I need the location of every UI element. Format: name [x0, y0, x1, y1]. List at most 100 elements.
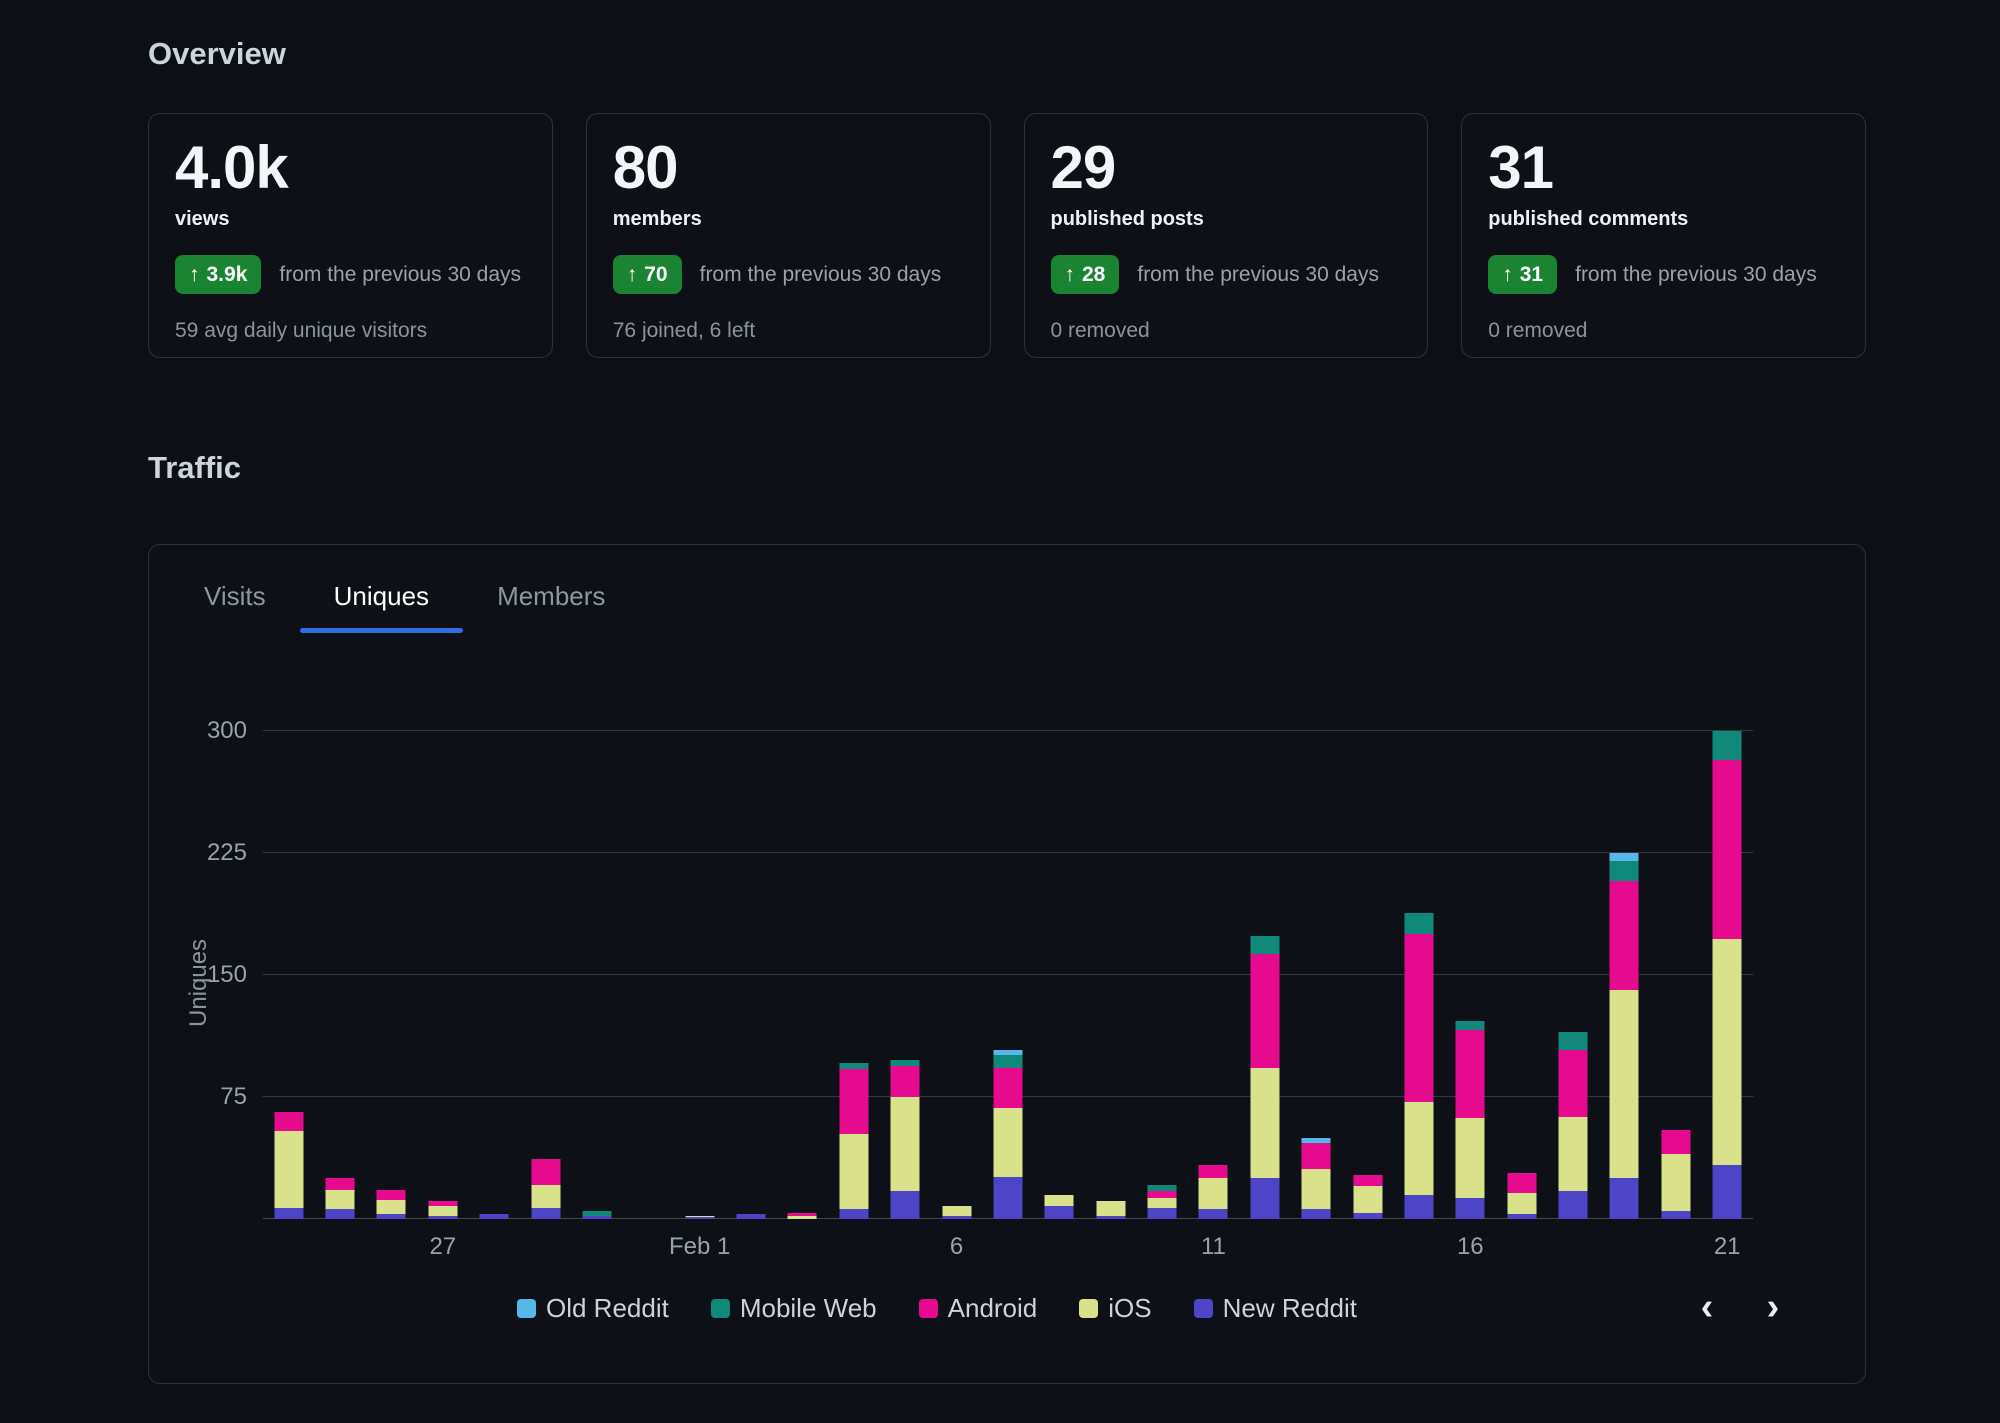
bar-slot: 11 — [1188, 731, 1239, 1260]
arrow-up-icon: ↑ — [189, 263, 200, 286]
bar-segment — [993, 1176, 1023, 1219]
bar-segment — [1609, 853, 1639, 862]
stat-label: published comments — [1488, 208, 1689, 230]
bar-segment — [1661, 1129, 1691, 1154]
bar-slot — [1342, 731, 1393, 1219]
bar-slot — [1034, 731, 1085, 1219]
legend-swatch-icon — [1193, 1299, 1213, 1318]
bar-segment — [993, 1054, 1023, 1068]
bar-segment — [1609, 880, 1639, 990]
next-page-button[interactable]: › — [1751, 1285, 1795, 1329]
legend-swatch-icon — [710, 1299, 730, 1318]
bar-segment — [1558, 1031, 1588, 1050]
bar-segment — [1147, 1207, 1177, 1219]
bar-segment — [1404, 1194, 1434, 1219]
bar-segment — [942, 1206, 972, 1216]
bar-segment — [1250, 953, 1280, 1068]
bar-segment — [1250, 1178, 1280, 1219]
community-insights-page: Overview 4.0k views ↑ 3.9k from the previous… — [0, 0, 2000, 1423]
stacked-bar — [428, 1201, 458, 1219]
change-value: 28 — [1082, 263, 1106, 286]
bar-segment — [890, 1191, 920, 1219]
stacked-bar — [1609, 853, 1639, 1219]
stacked-bar — [1558, 1031, 1588, 1219]
bar-segment — [1712, 760, 1742, 940]
stacked-bar — [376, 1189, 406, 1219]
legend-swatch-icon — [1079, 1299, 1099, 1318]
bar-segment — [736, 1214, 766, 1219]
stat-footnote: 59 avg daily unique visitors — [175, 319, 428, 342]
change-badge: ↑ 31 — [1488, 255, 1558, 294]
bar-segment — [428, 1215, 458, 1219]
bar-slot — [1547, 731, 1598, 1219]
tab-visits[interactable]: Visits — [170, 581, 300, 633]
bar-segment — [274, 1111, 304, 1132]
bar-segment — [1301, 1142, 1331, 1169]
bar-segment — [1609, 1178, 1639, 1219]
bar-segment — [1455, 1118, 1485, 1198]
stat-label: published posts — [1050, 208, 1204, 230]
stacked-bar — [1096, 1201, 1126, 1219]
change-caption: from the previous 30 days — [279, 262, 521, 286]
bar-segment — [685, 1217, 715, 1219]
bar-segment — [890, 1097, 920, 1192]
legend-label: Mobile Web — [739, 1293, 877, 1323]
traffic-panel: Visits Uniques Members Uniques 75 150 225 300… — [148, 544, 1866, 1384]
bar-slot — [469, 731, 520, 1219]
y-axis-tick-label: 225 — [206, 839, 247, 866]
chevron-left-icon: ‹ — [1700, 1286, 1714, 1328]
tab-uniques[interactable]: Uniques — [299, 581, 464, 633]
legend-item: iOS — [1079, 1293, 1152, 1324]
bar-segment — [1353, 1175, 1383, 1187]
bar-segment — [1712, 731, 1742, 761]
chevron-right-icon: › — [1766, 1286, 1780, 1328]
stacked-bar — [582, 1210, 612, 1219]
x-axis-tick-label: 21 — [1713, 1233, 1741, 1260]
stacked-bar — [685, 1215, 715, 1219]
bar-segment — [1661, 1153, 1691, 1211]
y-axis-tick-label: 150 — [206, 961, 247, 988]
change-caption: from the previous 30 days — [1137, 262, 1379, 286]
chart-pagination: ‹ › — [1685, 1285, 1795, 1329]
bar-segment — [993, 1108, 1023, 1177]
bar-slot — [1599, 731, 1650, 1219]
stat-change-row: ↑ 31 from the previous 30 days — [1488, 255, 1839, 294]
bar-segment — [1507, 1173, 1537, 1193]
legend-item: Old Reddit — [516, 1293, 669, 1324]
bar-segment — [1198, 1209, 1228, 1219]
stat-value: 4.0k — [175, 134, 289, 201]
bar-segment — [274, 1131, 304, 1208]
prev-page-button[interactable]: ‹ — [1685, 1285, 1729, 1329]
change-badge: ↑ 28 — [1050, 255, 1120, 294]
bar-segment — [1147, 1197, 1177, 1208]
bar-slot: 16 — [1445, 731, 1496, 1260]
stacked-bar — [736, 1214, 766, 1219]
bar-segment — [1250, 1067, 1280, 1179]
stacked-bar — [787, 1212, 817, 1219]
bar-slot — [777, 731, 828, 1219]
tab-members[interactable]: Members — [463, 581, 639, 633]
bar-segment — [839, 1069, 869, 1135]
stacked-bar — [479, 1214, 509, 1219]
bar-segment — [479, 1214, 509, 1219]
bar-segment — [1455, 1197, 1485, 1219]
bar-segment — [993, 1067, 1023, 1109]
change-badge: ↑ 3.9k — [175, 255, 262, 294]
bar-slot: 6 — [931, 731, 982, 1260]
bar-segment — [1712, 939, 1742, 1166]
stacked-bar — [274, 1111, 304, 1219]
overview-cards: 4.0k views ↑ 3.9k from the previous 30 days 5… — [148, 113, 1866, 358]
stacked-bar — [1301, 1137, 1331, 1219]
bar-slot — [1291, 731, 1342, 1219]
bar-segment — [1609, 861, 1639, 881]
stacked-bar — [1353, 1175, 1383, 1219]
bar-slot — [1085, 731, 1136, 1219]
bar-segment — [1404, 934, 1434, 1102]
bar-segment — [1507, 1214, 1537, 1219]
legend-label: New Reddit — [1222, 1293, 1358, 1323]
bar-slot — [366, 731, 417, 1219]
bar-segment — [1609, 989, 1639, 1179]
y-axis-tick-label: 300 — [206, 717, 247, 744]
bar-segment — [1250, 935, 1280, 954]
bar-segment — [325, 1189, 355, 1210]
